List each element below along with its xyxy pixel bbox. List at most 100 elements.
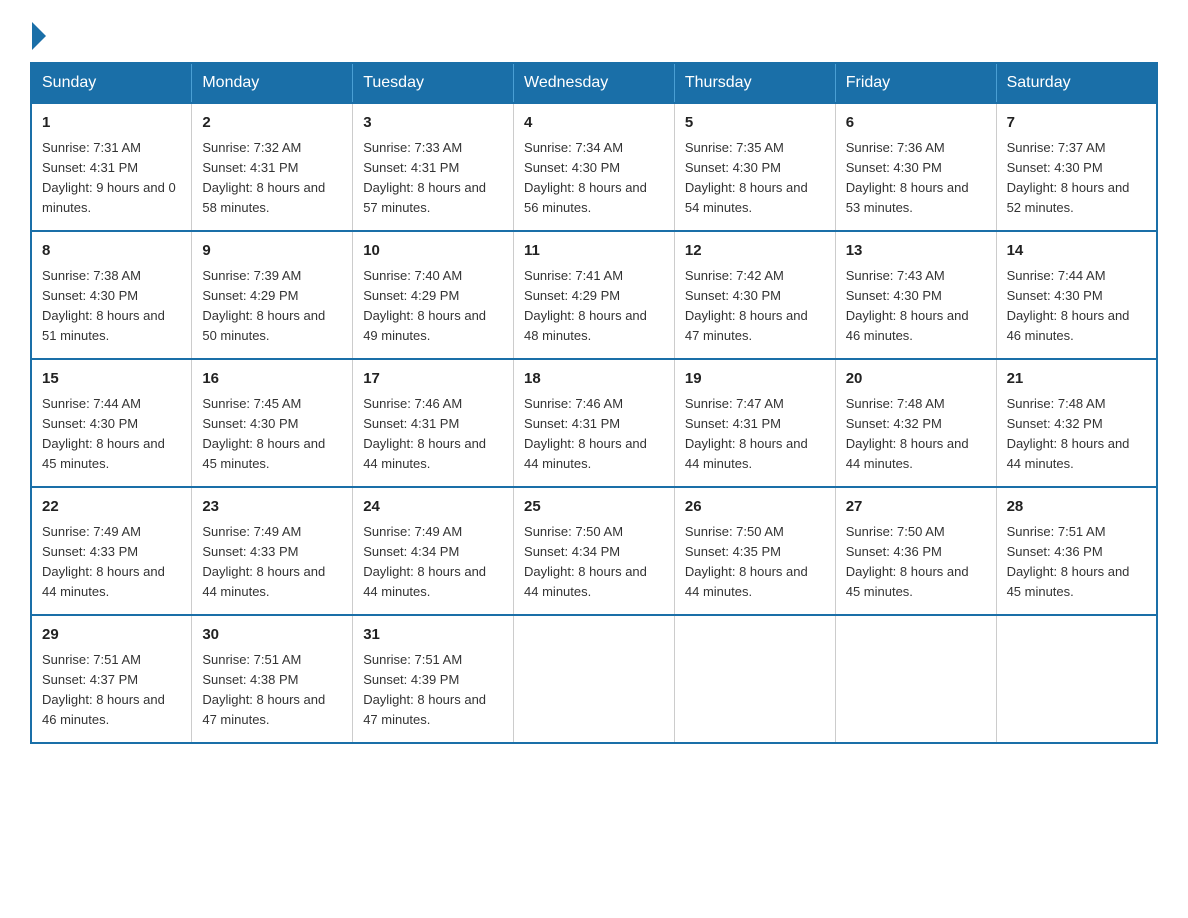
- day-number: 22: [42, 496, 181, 519]
- calendar-cell: 16 Sunrise: 7:45 AMSunset: 4:30 PMDaylig…: [192, 359, 353, 487]
- day-info: Sunrise: 7:50 AMSunset: 4:34 PMDaylight:…: [524, 524, 647, 599]
- calendar-cell: 5 Sunrise: 7:35 AMSunset: 4:30 PMDayligh…: [674, 103, 835, 231]
- day-number: 6: [846, 112, 986, 135]
- day-number: 26: [685, 496, 825, 519]
- day-number: 8: [42, 240, 181, 263]
- weekday-header-tuesday: Tuesday: [353, 63, 514, 103]
- day-info: Sunrise: 7:33 AMSunset: 4:31 PMDaylight:…: [363, 140, 486, 215]
- day-number: 15: [42, 368, 181, 391]
- calendar-cell: 15 Sunrise: 7:44 AMSunset: 4:30 PMDaylig…: [31, 359, 192, 487]
- day-info: Sunrise: 7:49 AMSunset: 4:33 PMDaylight:…: [42, 524, 165, 599]
- day-info: Sunrise: 7:49 AMSunset: 4:33 PMDaylight:…: [202, 524, 325, 599]
- day-info: Sunrise: 7:51 AMSunset: 4:36 PMDaylight:…: [1007, 524, 1130, 599]
- day-number: 10: [363, 240, 503, 263]
- calendar-cell: 10 Sunrise: 7:40 AMSunset: 4:29 PMDaylig…: [353, 231, 514, 359]
- weekday-header-thursday: Thursday: [674, 63, 835, 103]
- calendar-cell: 14 Sunrise: 7:44 AMSunset: 4:30 PMDaylig…: [996, 231, 1157, 359]
- calendar-cell: 26 Sunrise: 7:50 AMSunset: 4:35 PMDaylig…: [674, 487, 835, 615]
- calendar-cell: 25 Sunrise: 7:50 AMSunset: 4:34 PMDaylig…: [514, 487, 675, 615]
- calendar-cell: 13 Sunrise: 7:43 AMSunset: 4:30 PMDaylig…: [835, 231, 996, 359]
- day-info: Sunrise: 7:34 AMSunset: 4:30 PMDaylight:…: [524, 140, 647, 215]
- calendar-cell: 17 Sunrise: 7:46 AMSunset: 4:31 PMDaylig…: [353, 359, 514, 487]
- weekday-header-saturday: Saturday: [996, 63, 1157, 103]
- calendar-cell: 22 Sunrise: 7:49 AMSunset: 4:33 PMDaylig…: [31, 487, 192, 615]
- calendar-table: SundayMondayTuesdayWednesdayThursdayFrid…: [30, 62, 1158, 744]
- day-info: Sunrise: 7:37 AMSunset: 4:30 PMDaylight:…: [1007, 140, 1130, 215]
- day-info: Sunrise: 7:32 AMSunset: 4:31 PMDaylight:…: [202, 140, 325, 215]
- weekday-header-monday: Monday: [192, 63, 353, 103]
- calendar-cell: 28 Sunrise: 7:51 AMSunset: 4:36 PMDaylig…: [996, 487, 1157, 615]
- calendar-cell: 9 Sunrise: 7:39 AMSunset: 4:29 PMDayligh…: [192, 231, 353, 359]
- day-info: Sunrise: 7:50 AMSunset: 4:35 PMDaylight:…: [685, 524, 808, 599]
- day-info: Sunrise: 7:44 AMSunset: 4:30 PMDaylight:…: [1007, 268, 1130, 343]
- day-info: Sunrise: 7:45 AMSunset: 4:30 PMDaylight:…: [202, 396, 325, 471]
- calendar-cell: [835, 615, 996, 743]
- calendar-cell: 8 Sunrise: 7:38 AMSunset: 4:30 PMDayligh…: [31, 231, 192, 359]
- calendar-cell: 23 Sunrise: 7:49 AMSunset: 4:33 PMDaylig…: [192, 487, 353, 615]
- logo: [30, 20, 46, 42]
- calendar-header-row: SundayMondayTuesdayWednesdayThursdayFrid…: [31, 63, 1157, 103]
- day-info: Sunrise: 7:40 AMSunset: 4:29 PMDaylight:…: [363, 268, 486, 343]
- calendar-week-row: 15 Sunrise: 7:44 AMSunset: 4:30 PMDaylig…: [31, 359, 1157, 487]
- calendar-cell: 7 Sunrise: 7:37 AMSunset: 4:30 PMDayligh…: [996, 103, 1157, 231]
- calendar-cell: 29 Sunrise: 7:51 AMSunset: 4:37 PMDaylig…: [31, 615, 192, 743]
- day-number: 29: [42, 624, 181, 647]
- day-number: 11: [524, 240, 664, 263]
- day-number: 7: [1007, 112, 1146, 135]
- calendar-cell: 2 Sunrise: 7:32 AMSunset: 4:31 PMDayligh…: [192, 103, 353, 231]
- day-number: 9: [202, 240, 342, 263]
- day-info: Sunrise: 7:35 AMSunset: 4:30 PMDaylight:…: [685, 140, 808, 215]
- day-info: Sunrise: 7:39 AMSunset: 4:29 PMDaylight:…: [202, 268, 325, 343]
- day-info: Sunrise: 7:50 AMSunset: 4:36 PMDaylight:…: [846, 524, 969, 599]
- calendar-week-row: 8 Sunrise: 7:38 AMSunset: 4:30 PMDayligh…: [31, 231, 1157, 359]
- day-number: 21: [1007, 368, 1146, 391]
- day-number: 17: [363, 368, 503, 391]
- calendar-cell: 20 Sunrise: 7:48 AMSunset: 4:32 PMDaylig…: [835, 359, 996, 487]
- weekday-header-friday: Friday: [835, 63, 996, 103]
- calendar-cell: [996, 615, 1157, 743]
- calendar-cell: 3 Sunrise: 7:33 AMSunset: 4:31 PMDayligh…: [353, 103, 514, 231]
- calendar-cell: 24 Sunrise: 7:49 AMSunset: 4:34 PMDaylig…: [353, 487, 514, 615]
- calendar-cell: 6 Sunrise: 7:36 AMSunset: 4:30 PMDayligh…: [835, 103, 996, 231]
- calendar-cell: 1 Sunrise: 7:31 AMSunset: 4:31 PMDayligh…: [31, 103, 192, 231]
- day-number: 30: [202, 624, 342, 647]
- day-number: 14: [1007, 240, 1146, 263]
- day-number: 25: [524, 496, 664, 519]
- weekday-header-wednesday: Wednesday: [514, 63, 675, 103]
- day-number: 1: [42, 112, 181, 135]
- day-info: Sunrise: 7:51 AMSunset: 4:37 PMDaylight:…: [42, 652, 165, 727]
- day-info: Sunrise: 7:36 AMSunset: 4:30 PMDaylight:…: [846, 140, 969, 215]
- day-info: Sunrise: 7:46 AMSunset: 4:31 PMDaylight:…: [524, 396, 647, 471]
- day-info: Sunrise: 7:49 AMSunset: 4:34 PMDaylight:…: [363, 524, 486, 599]
- calendar-cell: 27 Sunrise: 7:50 AMSunset: 4:36 PMDaylig…: [835, 487, 996, 615]
- day-info: Sunrise: 7:46 AMSunset: 4:31 PMDaylight:…: [363, 396, 486, 471]
- day-info: Sunrise: 7:51 AMSunset: 4:39 PMDaylight:…: [363, 652, 486, 727]
- day-number: 20: [846, 368, 986, 391]
- day-info: Sunrise: 7:41 AMSunset: 4:29 PMDaylight:…: [524, 268, 647, 343]
- day-number: 27: [846, 496, 986, 519]
- day-info: Sunrise: 7:51 AMSunset: 4:38 PMDaylight:…: [202, 652, 325, 727]
- day-info: Sunrise: 7:42 AMSunset: 4:30 PMDaylight:…: [685, 268, 808, 343]
- calendar-week-row: 29 Sunrise: 7:51 AMSunset: 4:37 PMDaylig…: [31, 615, 1157, 743]
- calendar-cell: 18 Sunrise: 7:46 AMSunset: 4:31 PMDaylig…: [514, 359, 675, 487]
- calendar-cell: [514, 615, 675, 743]
- calendar-cell: 21 Sunrise: 7:48 AMSunset: 4:32 PMDaylig…: [996, 359, 1157, 487]
- calendar-week-row: 22 Sunrise: 7:49 AMSunset: 4:33 PMDaylig…: [31, 487, 1157, 615]
- day-number: 3: [363, 112, 503, 135]
- day-number: 31: [363, 624, 503, 647]
- weekday-header-sunday: Sunday: [31, 63, 192, 103]
- logo-arrow-icon: [32, 22, 46, 50]
- day-info: Sunrise: 7:47 AMSunset: 4:31 PMDaylight:…: [685, 396, 808, 471]
- day-info: Sunrise: 7:48 AMSunset: 4:32 PMDaylight:…: [1007, 396, 1130, 471]
- day-info: Sunrise: 7:44 AMSunset: 4:30 PMDaylight:…: [42, 396, 165, 471]
- calendar-week-row: 1 Sunrise: 7:31 AMSunset: 4:31 PMDayligh…: [31, 103, 1157, 231]
- day-number: 28: [1007, 496, 1146, 519]
- calendar-cell: 19 Sunrise: 7:47 AMSunset: 4:31 PMDaylig…: [674, 359, 835, 487]
- day-info: Sunrise: 7:31 AMSunset: 4:31 PMDaylight:…: [42, 140, 176, 215]
- day-number: 13: [846, 240, 986, 263]
- calendar-cell: 30 Sunrise: 7:51 AMSunset: 4:38 PMDaylig…: [192, 615, 353, 743]
- day-number: 24: [363, 496, 503, 519]
- day-number: 2: [202, 112, 342, 135]
- day-number: 23: [202, 496, 342, 519]
- day-info: Sunrise: 7:48 AMSunset: 4:32 PMDaylight:…: [846, 396, 969, 471]
